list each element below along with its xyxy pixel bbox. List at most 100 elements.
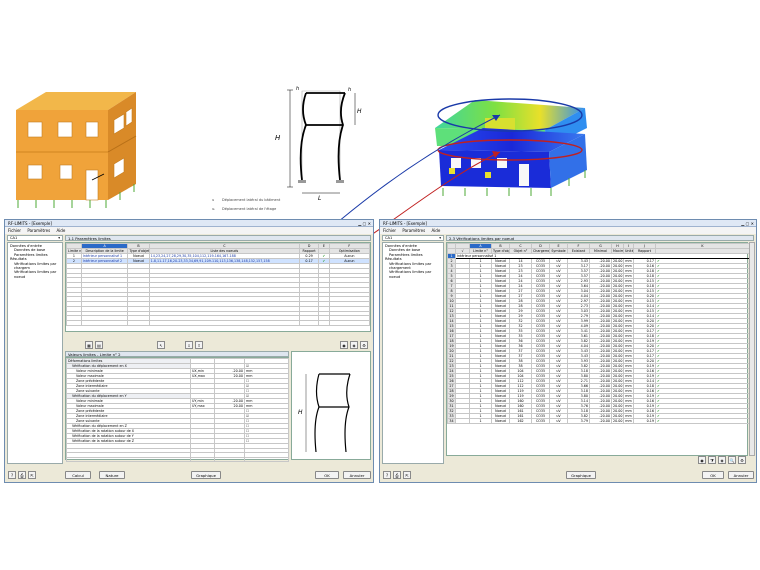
nature-button[interactable]: Nature [99, 471, 125, 479]
cell[interactable]: 20.00 [611, 383, 624, 389]
help-icon-right[interactable]: ? [383, 471, 391, 479]
calc-button[interactable]: Calcul [65, 471, 91, 479]
cell[interactable]: 20.00 [611, 263, 624, 269]
cell[interactable]: 20.00 [611, 318, 624, 324]
cell[interactable]: 20.00 [611, 258, 624, 264]
left-panel-title: 1.1 Paramètres limites [65, 235, 371, 241]
cell-desc[interactable]: Intérieur personnalisé 2 [80, 258, 129, 264]
right-panel-title: 2.3 Vérifications limites par noeud [446, 235, 754, 241]
settings-icon[interactable]: ⚙ [360, 341, 368, 349]
cell[interactable]: -20.00 [589, 418, 612, 424]
cell[interactable]: 20.00 [611, 388, 624, 394]
vertical-scrollbar[interactable] [749, 242, 755, 456]
cell[interactable]: 20.00 [611, 293, 624, 299]
view-icon[interactable]: ◉ [340, 341, 348, 349]
nav-item[interactable]: Vérifications limites par noeud [9, 270, 61, 279]
col-header: Unité [623, 248, 634, 254]
ok-button[interactable]: OK [315, 471, 339, 479]
table-row[interactable]: 34 1 Noeud 162 CO35 uV 3.79 -20.00 20.00 mm 0.19 ✔ [447, 418, 750, 424]
print-icon-right[interactable]: ⎙ [393, 471, 401, 479]
cell[interactable]: 20.00 [611, 308, 624, 314]
cell-desc[interactable]: Intérieur personnalisé 1 [80, 253, 129, 259]
limits-table: ABCDEF Limite n° Description de la limit… [65, 242, 371, 332]
cell[interactable]: 20.00 [611, 363, 624, 369]
cell[interactable]: 0.19 [633, 418, 656, 424]
node-results-table: ABCDEFGHIJKL √Limite n°Type d'objetObjet… [446, 242, 750, 456]
cell[interactable]: 20.00 [611, 403, 624, 409]
menu-fichier[interactable]: Fichier [8, 228, 21, 233]
view-icon-right[interactable]: ◉ [698, 456, 706, 464]
cell[interactable]: 20.00 [611, 283, 624, 289]
cell[interactable]: 20.00 [611, 353, 624, 359]
table-tool-2-icon[interactable]: ▤ [95, 341, 103, 349]
thumb-label-H: H [298, 409, 303, 416]
cell[interactable]: 20.00 [611, 313, 624, 319]
cell[interactable]: 20.00 [611, 343, 624, 349]
cell[interactable]: 20.00 [611, 413, 624, 419]
graph-button[interactable]: Graphique [191, 471, 221, 479]
cell[interactable]: 20.00 [611, 323, 624, 329]
params-table: Déformations limites Vérification du dépl… [65, 357, 289, 463]
nav-item[interactable]: Vérifications limites par noeud [384, 270, 442, 279]
cell[interactable]: 20.00 [611, 268, 624, 274]
menu-aide[interactable]: Aide [56, 228, 65, 233]
export-icon-right[interactable]: ⇱ [403, 471, 411, 479]
cell[interactable]: Noeud [491, 418, 510, 424]
right-window: RF-LIMITS - [Exemple] ▁ ▢ ✕ Fichier Param… [379, 219, 757, 483]
table-row[interactable]: 2 Intérieur personnalisé 2 Noeud 1-8,11-17,… [66, 258, 371, 264]
menu-fichier-r[interactable]: Fichier [383, 228, 396, 233]
select-node-icon[interactable]: ↖ [157, 341, 165, 349]
import-icon[interactable]: ⇩ [185, 341, 193, 349]
nav-item[interactable]: Vérifications limites par chargem [9, 262, 61, 271]
filter-icon-right[interactable]: ⧩ [708, 456, 716, 464]
menu-parametres-r[interactable]: Paramètres [402, 228, 425, 233]
cell[interactable]: 20.00 [611, 418, 624, 424]
table-tool-1-icon[interactable]: ▦ [85, 341, 93, 349]
export-table-icon[interactable]: ⇱ [28, 471, 36, 479]
cell[interactable]: 20.00 [611, 288, 624, 294]
menu-aide-r[interactable]: Aide [431, 228, 440, 233]
drift-thumbnail: H [298, 373, 351, 453]
cell[interactable]: 20.00 [611, 398, 624, 404]
help-icon[interactable]: ? [8, 471, 16, 479]
print-icon[interactable]: ⎙ [18, 471, 26, 479]
cell[interactable]: 20.00 [611, 273, 624, 279]
col-header: Maximal [611, 248, 624, 254]
color-icon[interactable]: ◈ [350, 341, 358, 349]
cell[interactable]: 20.00 [611, 393, 624, 399]
cell[interactable]: 162 [509, 418, 532, 424]
cell[interactable]: uV [549, 418, 568, 424]
cell[interactable]: 20.00 [611, 408, 624, 414]
cell[interactable]: 20.00 [611, 368, 624, 374]
cell[interactable]: 1 [469, 418, 492, 424]
cell[interactable]: 20.00 [611, 303, 624, 309]
cell[interactable]: 3.79 [567, 418, 590, 424]
cell[interactable]: 20.00 [611, 358, 624, 364]
table-row[interactable]: 1 Intérieur personnalisé 1 Noeud 14,23,24,2… [66, 253, 371, 259]
window-controls[interactable]: ▁ ▢ ✕ [358, 221, 371, 226]
window-controls-right[interactable]: ▁ ▢ ✕ [741, 221, 754, 226]
cell[interactable]: 34 [447, 418, 456, 424]
zoom-icon-right[interactable]: 🔍 [728, 456, 736, 464]
nav-item[interactable]: Vérifications limites par chargement [384, 262, 442, 271]
cancel-button[interactable]: Annuler [343, 471, 371, 479]
graph-button-right[interactable]: Graphique [566, 471, 596, 479]
menu-parametres[interactable]: Paramètres [27, 228, 50, 233]
cell[interactable]: 20.00 [611, 333, 624, 339]
load-case-select[interactable]: CA1 ▾ [7, 235, 63, 241]
cell[interactable]: mm [623, 418, 634, 424]
settings-icon-right[interactable]: ⚙ [738, 456, 746, 464]
cell[interactable]: 20.00 [611, 378, 624, 384]
cell[interactable]: 20.00 [611, 338, 624, 344]
cell[interactable]: 20.00 [611, 298, 624, 304]
cancel-button-right[interactable]: Annuler [728, 471, 754, 479]
cell[interactable]: 20.00 [611, 348, 624, 354]
export-icon[interactable]: ⇧ [195, 341, 203, 349]
cell[interactable]: CO35 [531, 418, 550, 424]
load-case-select-right[interactable]: CA1 ▾ [382, 235, 444, 241]
ok-button-right[interactable]: OK [702, 471, 724, 479]
cell[interactable]: 20.00 [611, 278, 624, 284]
color-icon-right[interactable]: ◈ [718, 456, 726, 464]
cell[interactable]: 20.00 [611, 328, 624, 334]
cell[interactable]: 20.00 [611, 373, 624, 379]
